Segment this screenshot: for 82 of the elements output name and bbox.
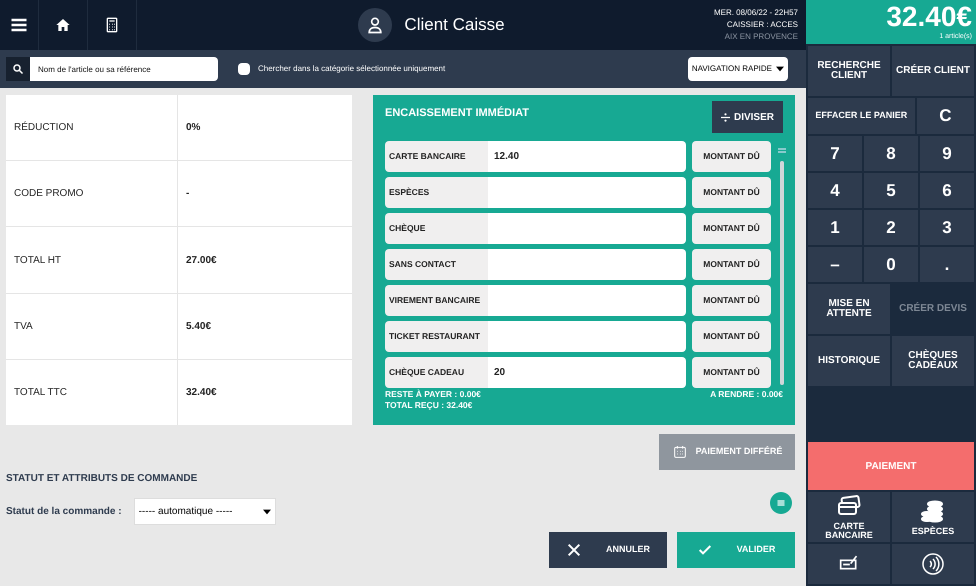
contactless-button[interactable] xyxy=(892,544,974,584)
amount-due-button[interactable]: MONTANT DÛ xyxy=(692,141,771,172)
change-amount: A RENDRE : 0.00€ xyxy=(710,389,783,401)
cancel-button[interactable]: ANNULER xyxy=(549,532,667,568)
payment-method-button[interactable]: CARTE BANCAIRE xyxy=(808,492,890,542)
divide-icon xyxy=(720,112,730,122)
table-cell-text: 32.40€ xyxy=(185,386,218,400)
checkbox[interactable] xyxy=(238,63,250,75)
panel-button[interactable]: CRÉER CLIENT xyxy=(892,46,974,96)
table-cell: TVA xyxy=(6,294,178,359)
split-button[interactable]: DIVISER xyxy=(712,101,783,133)
field-label: Statut de la commande : xyxy=(6,505,122,519)
store-location: AIX EN PROVENCE xyxy=(724,31,798,43)
check-payment-button[interactable] xyxy=(808,544,890,584)
search-icon xyxy=(12,63,24,75)
amount-field[interactable] xyxy=(488,321,686,352)
cart-total: 32.40€ xyxy=(886,2,972,32)
table-cell: CODE PROMO xyxy=(6,161,178,226)
panel-button[interactable]: . xyxy=(920,247,974,282)
payment-method-label: SANS CONTACT xyxy=(385,249,488,280)
remaining-amount: RESTE À PAYER : 0.00€ xyxy=(385,389,481,400)
panel-button[interactable]: – xyxy=(808,247,862,282)
panel-button[interactable]: 1 xyxy=(808,210,862,245)
panel-button[interactable]: 9 xyxy=(920,136,974,171)
panel-title: ENCAISSEMENT IMMÉDIAT xyxy=(385,105,530,121)
payment-method-label: VIREMENT BANCAIRE xyxy=(385,285,488,316)
cashier-name: CAISSIER : ACCES xyxy=(726,19,798,31)
table-cell: RÉDUCTION xyxy=(6,95,178,160)
amount-field[interactable] xyxy=(488,213,686,244)
amount-field[interactable] xyxy=(488,285,686,316)
panel-button[interactable]: RECHERCHE CLIENT xyxy=(808,46,890,96)
panel-button[interactable]: 3 xyxy=(920,210,974,245)
contactless-icon xyxy=(921,552,945,576)
table-cell-text: - xyxy=(185,187,190,202)
amount-due-button[interactable]: MONTANT DÛ xyxy=(692,249,771,280)
panel-button[interactable]: 5 xyxy=(864,173,918,208)
panel-button[interactable]: 6 xyxy=(920,173,974,208)
amount-field[interactable]: 20 xyxy=(488,357,686,388)
home-icon xyxy=(55,17,71,33)
table-cell: TOTAL TTC xyxy=(6,360,178,426)
panel-button[interactable]: HISTORIQUE xyxy=(808,336,890,386)
amount-field[interactable] xyxy=(488,249,686,280)
panel-button[interactable]: 7 xyxy=(808,136,862,171)
amount-due-button[interactable]: MONTANT DÛ xyxy=(692,357,771,388)
panel-button[interactable]: C xyxy=(916,98,974,134)
payment-method-label: CHÈQUE xyxy=(385,213,488,244)
payment-method-button[interactable]: ESPÈCES xyxy=(892,492,974,542)
total-received: TOTAL REÇU : 32.40€ xyxy=(385,400,474,411)
table-cell-text: 27.00€ xyxy=(185,254,218,268)
panel-button[interactable]: 2 xyxy=(864,210,918,245)
amount-due-button[interactable]: MONTANT DÛ xyxy=(692,213,771,244)
panel-button[interactable]: MISE EN ATTENTE xyxy=(808,284,890,334)
table-cell: TOTAL HT xyxy=(6,227,178,293)
caret-icon xyxy=(262,508,271,514)
panel-button[interactable]: EFFACER LE PANIER xyxy=(808,98,915,134)
navigation-dropdown[interactable]: NAVIGATION RAPIDE xyxy=(688,57,788,81)
amount-due-button[interactable]: MONTANT DÛ xyxy=(692,285,771,316)
table-cell-text: 0% xyxy=(185,121,202,136)
credit-card-icon xyxy=(835,494,863,518)
calculator-icon xyxy=(104,17,120,33)
payment-method-label: CHÈQUE CADEAU xyxy=(385,357,488,388)
amount-due-button[interactable]: MONTANT DÛ xyxy=(692,177,771,208)
amount-field[interactable]: 12.40 xyxy=(488,141,686,172)
panel-button[interactable]: 8 xyxy=(864,136,918,171)
panel-button[interactable]: 0 xyxy=(864,247,918,282)
panel-button[interactable]: 4 xyxy=(808,173,862,208)
amount-due-button[interactable]: MONTANT DÛ xyxy=(692,321,771,352)
date-time: MER. 08/06/22 - 22H57 xyxy=(714,7,798,19)
scroll-handle[interactable] xyxy=(770,492,792,514)
amount-field[interactable] xyxy=(488,177,686,208)
section-title: STATUT ET ATTRIBUTS DE COMMANDE xyxy=(6,473,198,484)
caret-icon xyxy=(776,66,784,72)
client-name: Client Caisse xyxy=(404,14,505,36)
payment-method-label: CARTE BANCAIRE xyxy=(385,141,488,172)
close-icon xyxy=(566,542,582,558)
order-status-select[interactable]: ----- automatique ----- xyxy=(134,498,276,525)
payment-method-label: ESPÈCES xyxy=(385,177,488,208)
table-cell-text: 5.40€ xyxy=(185,320,212,334)
panel-button[interactable]: CHÈQUES CADEAUX xyxy=(892,336,974,386)
calendar-icon xyxy=(672,444,688,460)
payment-method-label: TICKET RESTAURANT xyxy=(385,321,488,352)
checkbox-label: Chercher dans la catégorie sélectionnée uniquement xyxy=(258,63,446,75)
